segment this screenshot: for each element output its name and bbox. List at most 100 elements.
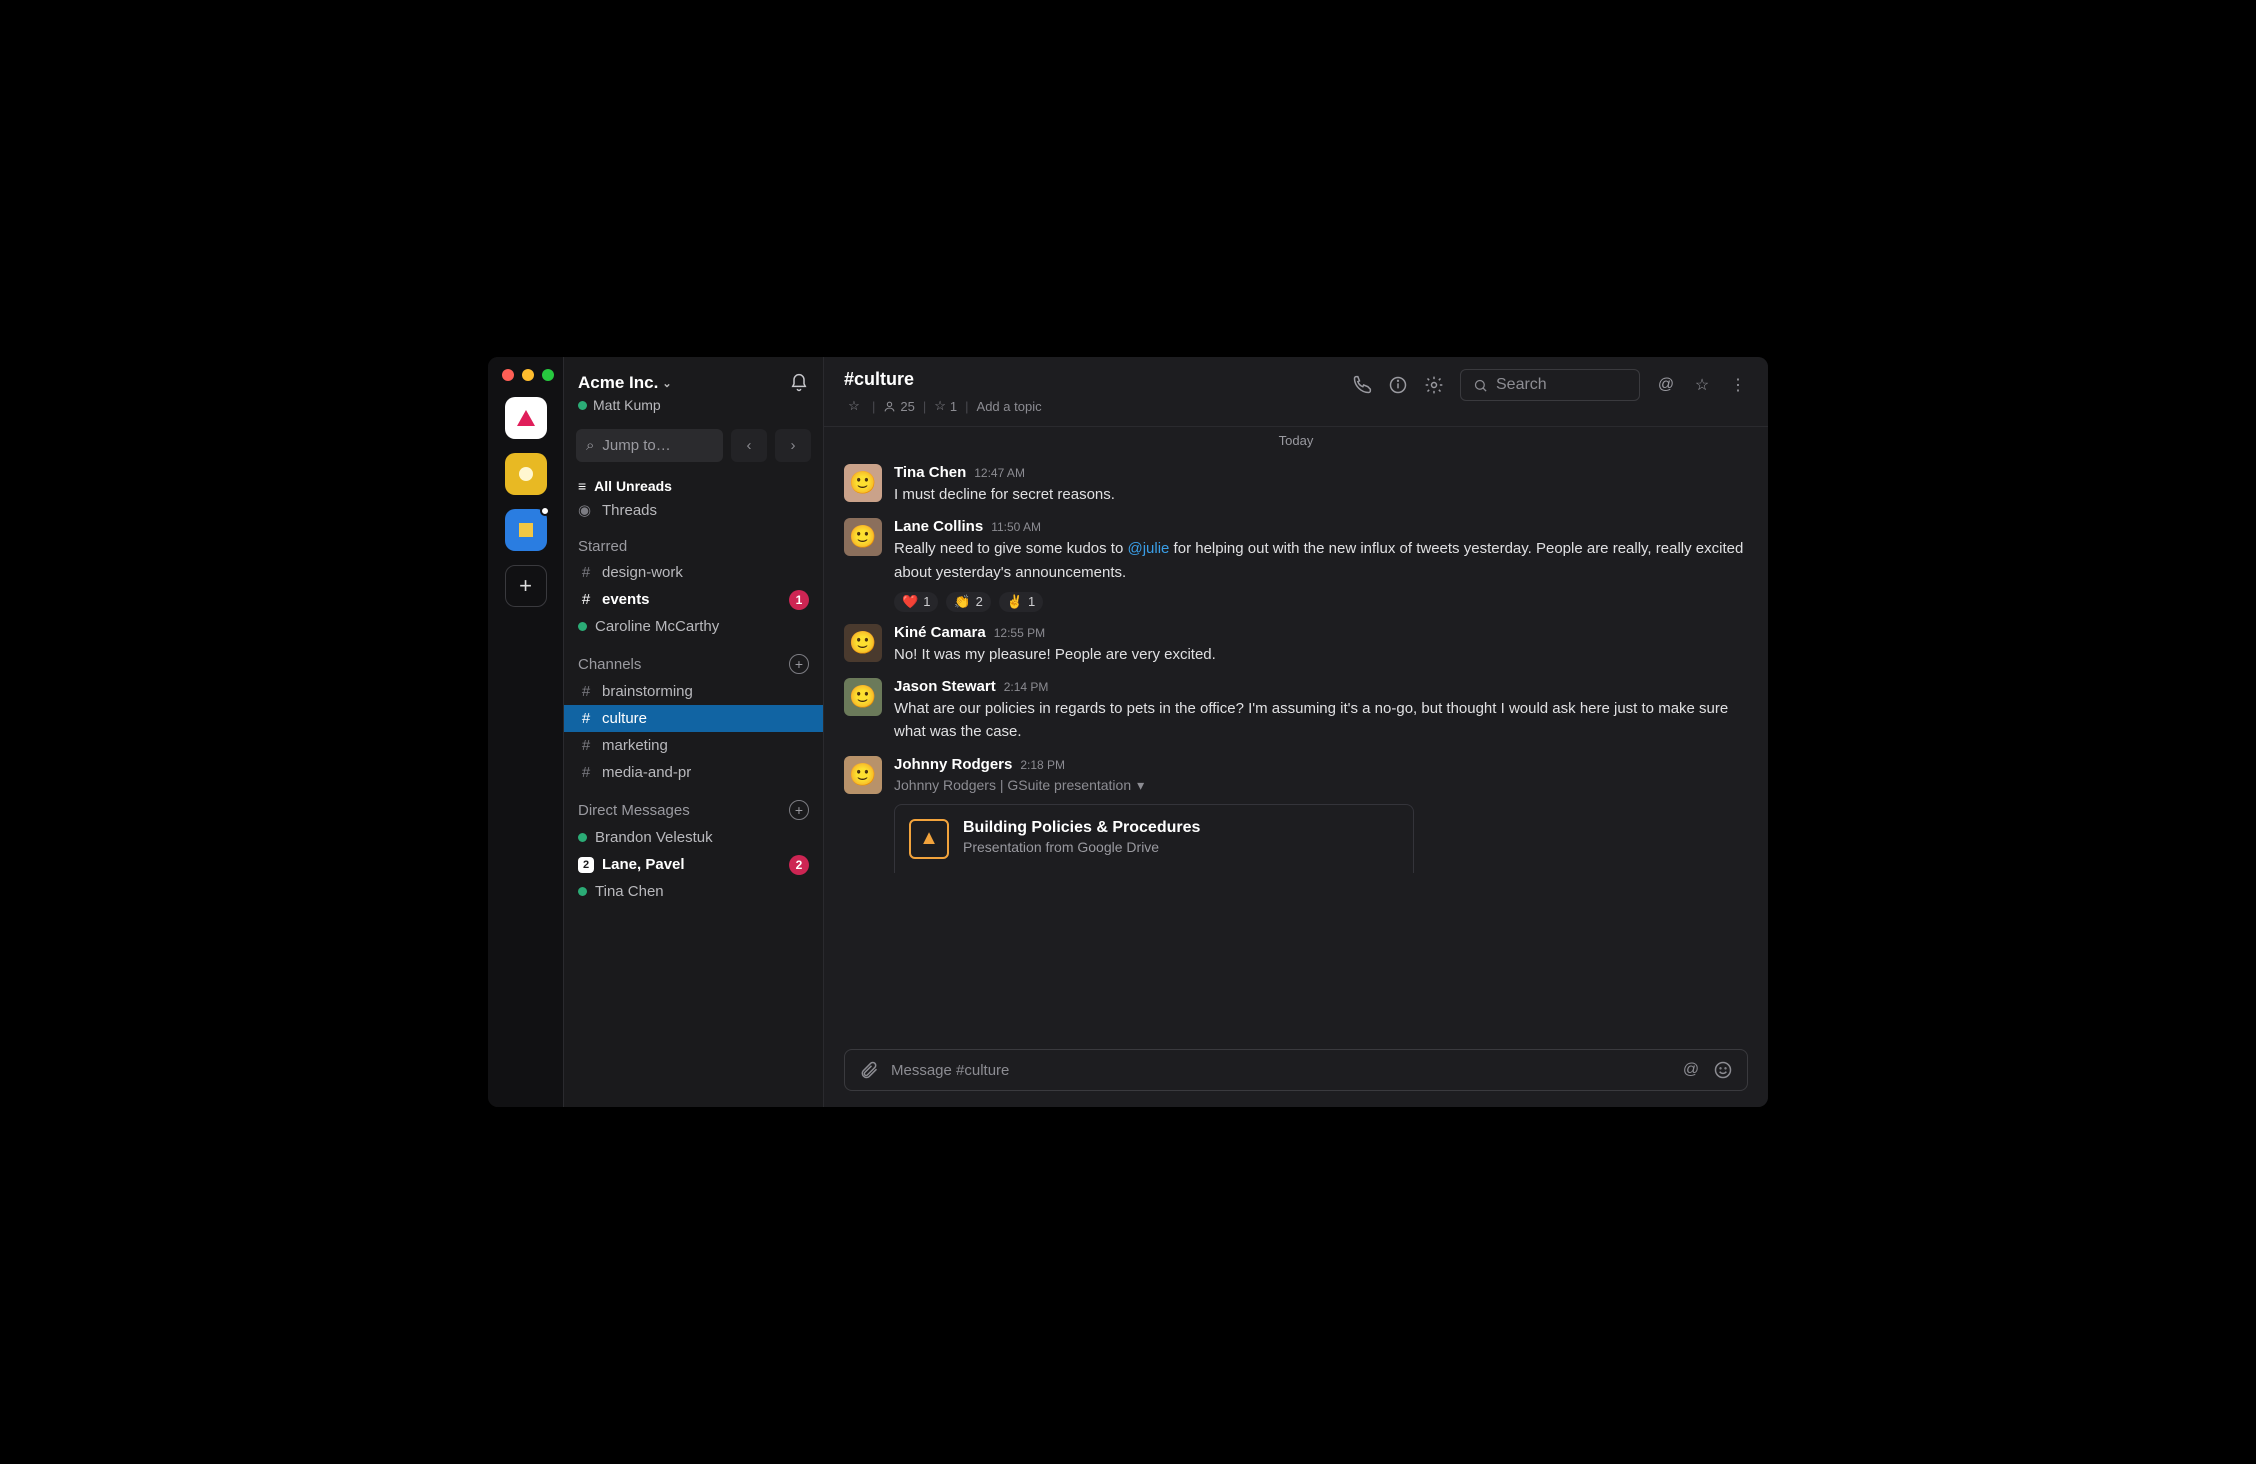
reaction[interactable]: ✌️1	[999, 592, 1043, 612]
sidebar-item-design-work[interactable]: # design-work	[564, 559, 823, 586]
history-back-button[interactable]: ‹	[731, 429, 767, 462]
history-forward-button[interactable]: ›	[775, 429, 811, 462]
maximize-window-button[interactable]	[542, 369, 554, 381]
search-icon	[1473, 378, 1488, 393]
threads-link[interactable]: ◉ Threads	[564, 496, 823, 524]
message[interactable]: 🙂 Jason Stewart 2:14 PM What are our pol…	[844, 672, 1748, 750]
sidebar-item-media-and-pr[interactable]: # media-and-pr	[564, 759, 823, 786]
workspace-name-label: Acme Inc.	[578, 373, 658, 393]
gear-icon[interactable]	[1424, 375, 1444, 395]
reaction[interactable]: ❤️ 1	[894, 592, 938, 612]
message-time: 2:14 PM	[1004, 680, 1049, 694]
workspace-acme[interactable]	[505, 397, 547, 439]
message[interactable]: 🙂 Kiné Camara 12:55 PM No! It was my ple…	[844, 618, 1748, 672]
reaction[interactable]: 👏2	[946, 592, 990, 612]
message-author[interactable]: Jason Stewart	[894, 678, 996, 695]
attachment-label[interactable]: Johnny Rodgers | GSuite presentation ▾	[894, 777, 1748, 794]
group-count: 2	[578, 857, 594, 873]
attachment-subtitle: Presentation from Google Drive	[963, 839, 1200, 855]
attach-icon[interactable]	[859, 1060, 879, 1080]
main-pane: #culture ☆ | 25 | ☆ 1 |	[824, 357, 1768, 1107]
channel-title[interactable]: #culture	[844, 369, 1042, 390]
sidebar-dm-lane-pavel[interactable]: 2 Lane, Pavel 2	[564, 851, 823, 878]
phone-icon[interactable]	[1352, 375, 1372, 395]
workspace-2[interactable]	[505, 453, 547, 495]
message-time: 11:50 AM	[991, 520, 1041, 534]
sidebar-item-events[interactable]: # events 1	[564, 586, 823, 613]
minimize-window-button[interactable]	[522, 369, 534, 381]
mention[interactable]: @julie	[1127, 540, 1169, 557]
mentions-icon[interactable]: @	[1656, 375, 1676, 395]
avatar[interactable]: 🙂	[844, 518, 882, 556]
message-time: 12:47 AM	[974, 466, 1025, 480]
channel-label: brainstorming	[602, 683, 693, 700]
all-unreads-link[interactable]: ≡ All Unreads	[564, 468, 823, 496]
reaction-count: 1	[923, 594, 930, 609]
emoji-icon: 👏	[954, 594, 970, 610]
dm-label: Tina Chen	[595, 883, 664, 900]
message-author[interactable]: Johnny Rodgers	[894, 756, 1012, 773]
add-topic-link[interactable]: Add a topic	[977, 399, 1042, 414]
channel-label: culture	[602, 710, 647, 727]
message-list[interactable]: 🙂 Tina Chen 12:47 AM I must decline for …	[824, 454, 1768, 1039]
bell-icon[interactable]	[789, 373, 809, 393]
avatar[interactable]: 🙂	[844, 756, 882, 794]
workspace-3[interactable]	[505, 509, 547, 551]
sidebar-item-culture[interactable]: # culture	[564, 705, 823, 732]
hash-icon: #	[578, 591, 594, 608]
message-author[interactable]: Kiné Camara	[894, 624, 986, 641]
window-controls	[502, 369, 554, 381]
add-channel-button[interactable]: +	[789, 654, 809, 674]
sidebar-item-caroline[interactable]: Caroline McCarthy	[564, 613, 823, 640]
message[interactable]: 🙂 Johnny Rodgers 2:18 PM Johnny Rodgers …	[844, 750, 1748, 879]
message-time: 12:55 PM	[994, 626, 1045, 640]
channel-label: marketing	[602, 737, 668, 754]
channel-label: events	[602, 591, 650, 608]
hash-icon: #	[578, 710, 594, 727]
avatar[interactable]: 🙂	[844, 624, 882, 662]
hash-icon: #	[578, 683, 594, 700]
pin-count[interactable]: ☆ 1	[934, 398, 957, 414]
info-icon[interactable]	[1388, 375, 1408, 395]
add-dm-button[interactable]: +	[789, 800, 809, 820]
attachment-card[interactable]: ▲ Building Policies & Procedures Present…	[894, 804, 1414, 873]
workspace-name[interactable]: Acme Inc. ⌄	[578, 373, 672, 393]
emoji-button[interactable]	[1713, 1060, 1733, 1080]
sidebar-dm-tina[interactable]: Tina Chen	[564, 878, 823, 905]
dm-label: Brandon Velestuk	[595, 829, 713, 846]
composer-placeholder: Message #culture	[891, 1062, 1669, 1079]
hash-icon: #	[578, 564, 594, 581]
search-placeholder: Search	[1496, 376, 1547, 394]
emoji-icon: ❤️	[902, 594, 918, 610]
search-input[interactable]: Search	[1460, 369, 1640, 401]
message[interactable]: 🙂 Tina Chen 12:47 AM I must decline for …	[844, 458, 1748, 512]
unread-badge: 1	[789, 590, 809, 610]
star-channel-icon[interactable]: ☆	[1692, 375, 1712, 395]
threads-icon: ◉	[578, 501, 594, 519]
sidebar-item-marketing[interactable]: # marketing	[564, 732, 823, 759]
message[interactable]: 🙂 Lane Collins 11:50 AM Really need to g…	[844, 512, 1748, 618]
close-window-button[interactable]	[502, 369, 514, 381]
message-author[interactable]: Tina Chen	[894, 464, 966, 481]
star-icon[interactable]: ☆	[844, 396, 864, 416]
jump-icon: ⌕	[586, 437, 594, 454]
emoji-icon: ✌️	[1007, 594, 1023, 610]
sidebar-dm-brandon[interactable]: Brandon Velestuk	[564, 824, 823, 851]
unread-badge: 2	[789, 855, 809, 875]
presence-indicator	[578, 401, 587, 410]
add-workspace-button[interactable]: +	[505, 565, 547, 607]
mention-button[interactable]: @	[1681, 1060, 1701, 1080]
current-user-label: Matt Kump	[593, 397, 661, 413]
member-count[interactable]: 25	[883, 399, 914, 414]
message-author[interactable]: Lane Collins	[894, 518, 983, 535]
sidebar-item-brainstorming[interactable]: # brainstorming	[564, 678, 823, 705]
jump-to-input[interactable]: ⌕ Jump to…	[576, 429, 723, 462]
message-composer[interactable]: Message #culture @	[844, 1049, 1748, 1091]
pin-icon: ☆	[934, 398, 946, 414]
avatar[interactable]: 🙂	[844, 464, 882, 502]
channel-label: design-work	[602, 564, 683, 581]
avatar[interactable]: 🙂	[844, 678, 882, 716]
jump-placeholder: Jump to…	[602, 437, 670, 454]
more-icon[interactable]: ⋮	[1728, 375, 1748, 395]
message-text: I must decline for secret reasons.	[894, 483, 1748, 506]
